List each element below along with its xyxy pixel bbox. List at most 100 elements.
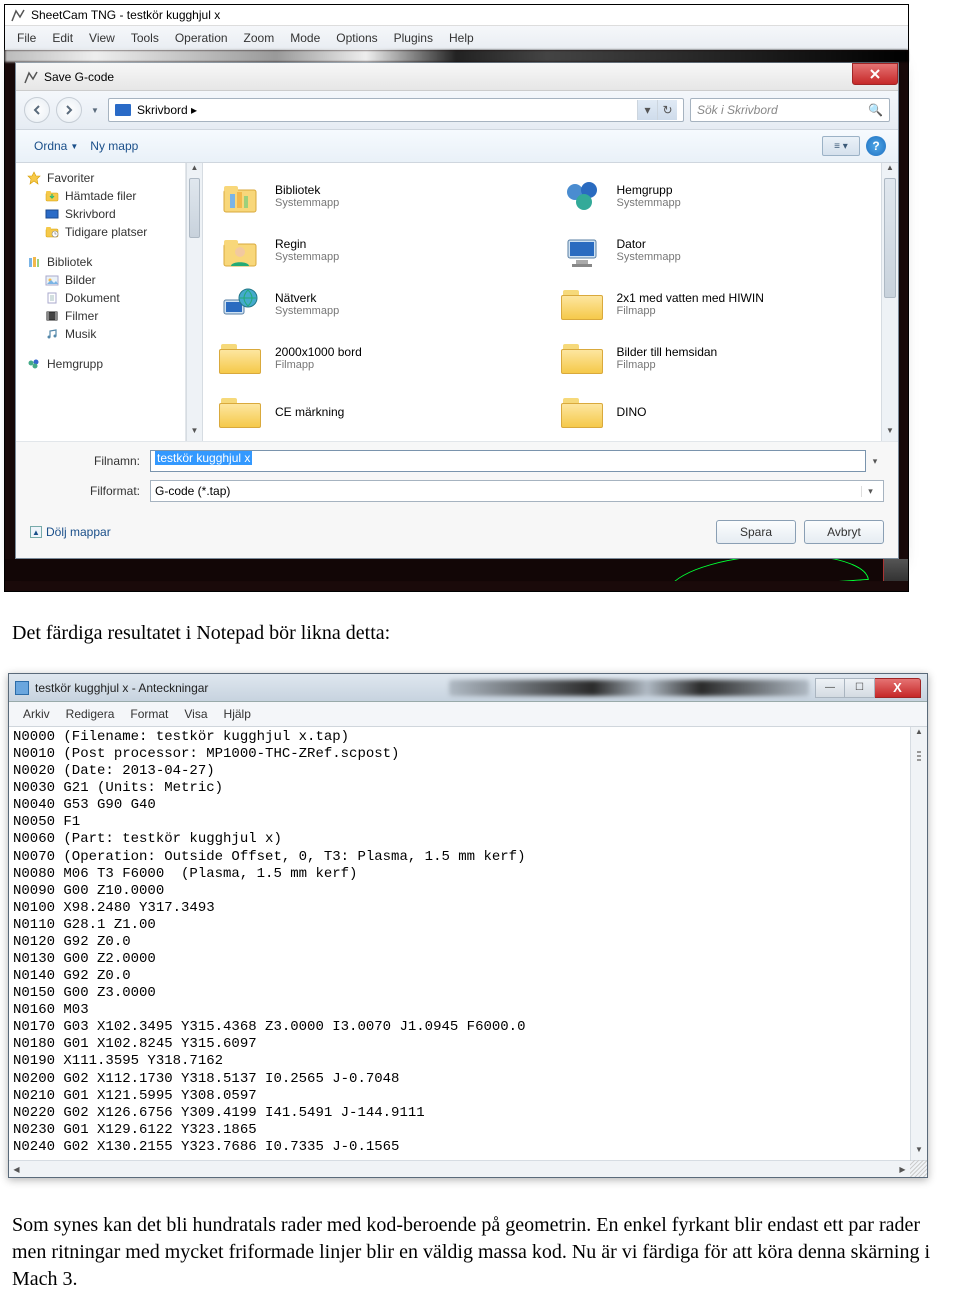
sidebar-item-pictures[interactable]: Bilder — [26, 271, 185, 289]
close-button[interactable]: X — [875, 678, 921, 698]
notepad-vscroll[interactable]: ▲ ▼ — [910, 727, 927, 1160]
menu-view[interactable]: View — [81, 29, 123, 47]
filepane-scrollbar[interactable]: ▲ ▼ — [881, 163, 898, 441]
file-item[interactable]: 2x1 med vatten med HIWINFilmapp — [551, 277, 893, 331]
videos-icon — [44, 309, 60, 323]
file-item[interactable]: BibliotekSystemmapp — [209, 169, 551, 223]
cad-strip — [5, 559, 908, 581]
chevron-right-icon: ▸ — [191, 103, 197, 117]
sidebar-item-videos[interactable]: Filmer — [26, 307, 185, 325]
file-item[interactable]: HemgruppSystemmapp — [551, 169, 893, 223]
np-menu-visa[interactable]: Visa — [176, 705, 215, 723]
np-menu-arkiv[interactable]: Arkiv — [15, 705, 58, 723]
file-item[interactable]: CE märkning — [209, 385, 551, 439]
sidebar-header-homegroup[interactable]: Hemgrupp — [26, 355, 185, 373]
file-item[interactable]: ReginSystemmapp — [209, 223, 551, 277]
scroll-thumb[interactable] — [884, 178, 896, 298]
folder-icon — [217, 391, 263, 433]
chevron-down-icon: ▾ — [861, 486, 879, 497]
new-folder-button[interactable]: Ny mapp — [84, 137, 144, 155]
sidebar-item-recent[interactable]: Tidigare platser — [26, 223, 185, 241]
filename-input[interactable]: testkör kugghjul x — [150, 450, 866, 472]
sidebar-item-desktop[interactable]: Skrivbord — [26, 205, 185, 223]
minimize-button[interactable]: — — [815, 678, 845, 698]
file-item[interactable]: Bilder till hemsidanFilmapp — [551, 331, 893, 385]
sidebar-item-music[interactable]: Musik — [26, 325, 185, 343]
notepad-menubar: Arkiv Redigera Format Visa Hjälp — [9, 702, 927, 727]
menu-mode[interactable]: Mode — [282, 29, 328, 47]
filename-value: testkör kugghjul x — [155, 451, 252, 465]
hide-folders-toggle[interactable]: ▲ Dölj mappar — [30, 525, 111, 539]
cancel-button[interactable]: Avbryt — [804, 520, 884, 544]
cad-canvas-backdrop: Save G-code ▼ Skrivbord ▸ ▾ — [5, 50, 908, 591]
sidebar-scrollbar[interactable]: ▲ ▼ — [186, 163, 203, 441]
user-icon — [217, 229, 263, 271]
nav-forward-button[interactable] — [56, 97, 82, 123]
file-type: Systemmapp — [617, 197, 681, 209]
filename-dropdown[interactable]: ▾ — [866, 456, 884, 467]
folder-icon — [559, 283, 605, 325]
menu-tools[interactable]: Tools — [123, 29, 167, 47]
close-icon — [869, 69, 881, 79]
file-name: Regin — [275, 237, 339, 251]
sidebar-libraries: Bibliotek Bilder Dokument Filmer — [26, 253, 185, 343]
np-menu-redigera[interactable]: Redigera — [58, 705, 123, 723]
notepad-titlebar[interactable]: testkör kugghjul x - Anteckningar — ☐ X — [9, 674, 927, 702]
scroll-up-icon: ▲ — [187, 163, 202, 178]
sidebar-header-libraries[interactable]: Bibliotek — [26, 253, 185, 271]
libraries-icon — [26, 255, 42, 269]
organize-button[interactable]: Ordna ▼ — [28, 137, 84, 155]
file-name: DINO — [617, 405, 647, 419]
file-name: Bibliotek — [275, 183, 339, 197]
save-gcode-dialog: Save G-code ▼ Skrivbord ▸ ▾ — [15, 62, 899, 559]
address-dropdowns: ▾ ↻ — [637, 100, 677, 120]
breadcrumb[interactable]: Skrivbord ▸ — [137, 103, 631, 117]
dialog-titlebar[interactable]: Save G-code — [16, 63, 898, 91]
file-type: Systemmapp — [275, 251, 339, 263]
sidebar-item-downloads[interactable]: Hämtade filer — [26, 187, 185, 205]
sheetcam-menubar: File Edit View Tools Operation Zoom Mode… — [5, 25, 908, 50]
scroll-marks — [917, 751, 923, 769]
sidebar-header-favorites[interactable]: Favoriter — [26, 169, 185, 187]
menu-zoom[interactable]: Zoom — [236, 29, 283, 47]
scroll-thumb[interactable] — [189, 178, 200, 238]
dialog-close-button[interactable] — [852, 63, 898, 85]
resize-grip[interactable] — [910, 1160, 927, 1177]
address-dropdown-button[interactable]: ▾ — [637, 100, 657, 120]
file-item[interactable]: DINO — [551, 385, 893, 439]
notepad-hscroll[interactable]: ◀ ▶ — [9, 1160, 927, 1177]
format-select[interactable]: G-code (*.tap) ▾ — [150, 480, 884, 502]
address-bar[interactable]: Skrivbord ▸ ▾ ↻ — [108, 98, 684, 122]
scroll-down-icon: ▼ — [882, 426, 898, 441]
np-menu-format[interactable]: Format — [122, 705, 176, 723]
scroll-down-icon: ▼ — [187, 426, 202, 441]
file-type: Systemmapp — [617, 251, 681, 263]
sidebar-favorites: Favoriter Hämtade filer Skrivbord T — [26, 169, 185, 241]
menu-operation[interactable]: Operation — [167, 29, 236, 47]
help-button[interactable]: ? — [866, 136, 886, 156]
file-item[interactable]: 2000x1000 bordFilmapp — [209, 331, 551, 385]
maximize-button[interactable]: ☐ — [845, 678, 875, 698]
scroll-right-icon: ▶ — [895, 1161, 910, 1177]
file-item[interactable]: NätverkSystemmapp — [209, 277, 551, 331]
menu-file[interactable]: File — [9, 29, 44, 47]
view-mode-button[interactable]: ≡ ▾ — [822, 136, 860, 156]
desktop-small-icon — [44, 207, 60, 221]
homegroup-icon — [26, 357, 42, 371]
nav-back-button[interactable] — [24, 97, 50, 123]
scroll-down-icon: ▼ — [911, 1145, 927, 1160]
search-input[interactable]: Sök i Skrivbord 🔍 — [690, 98, 890, 122]
menu-edit[interactable]: Edit — [44, 29, 81, 47]
sidebar-item-documents[interactable]: Dokument — [26, 289, 185, 307]
nav-history-dropdown[interactable]: ▼ — [88, 97, 102, 123]
file-item[interactable]: DatorSystemmapp — [551, 223, 893, 277]
notepad-textarea[interactable]: N0000 (Filename: testkör kugghjul x.tap)… — [9, 727, 927, 1160]
sheetcam-titlebar: SheetCam TNG - testkör kugghjul x — [5, 5, 908, 25]
np-menu-hjalp[interactable]: Hjälp — [216, 705, 259, 723]
save-button[interactable]: Spara — [716, 520, 796, 544]
menu-plugins[interactable]: Plugins — [386, 29, 441, 47]
folder-icon — [559, 337, 605, 379]
address-refresh-button[interactable]: ↻ — [657, 100, 677, 120]
menu-help[interactable]: Help — [441, 29, 482, 47]
menu-options[interactable]: Options — [328, 29, 385, 47]
